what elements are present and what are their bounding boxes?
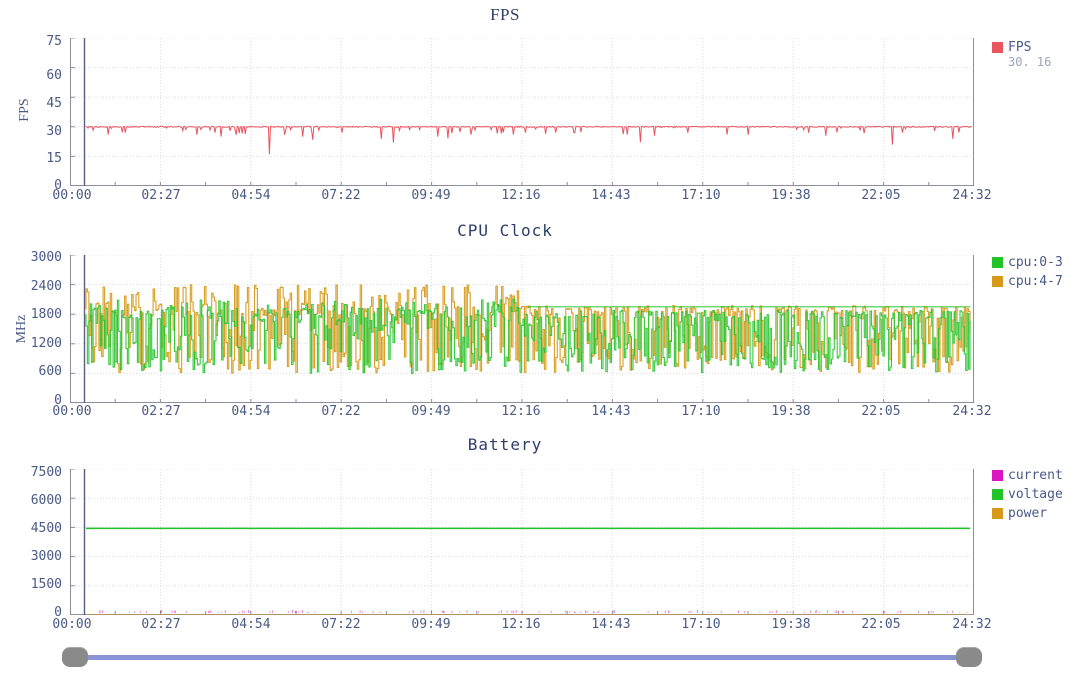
battery-x-tick-0: 00:00: [52, 617, 92, 632]
battery-x-tick-4: 09:49: [411, 617, 451, 632]
fps-x-tick-4: 09:49: [411, 188, 451, 203]
fps-x-tick-9: 22:05: [861, 188, 901, 203]
fps-legend-value: 30. 16: [1008, 55, 1052, 69]
cpu-x-tick-5: 12:16: [501, 404, 541, 419]
cpu-x-tick-4: 09:49: [411, 404, 451, 419]
fps-x-tick-1: 02:27: [141, 188, 181, 203]
cpu-x-tick-0: 00:00: [52, 404, 92, 419]
fps-plot-area: [70, 38, 974, 186]
fps-x-tick-8: 19:38: [771, 188, 811, 203]
battery-x-tick-7: 17:10: [681, 617, 721, 632]
battery-chart-panel: Battery 0 1500 3000 4500 6000 7500 00:00…: [0, 431, 1080, 636]
fps-x-tick-10: 24:32: [952, 188, 992, 203]
cpu-y-tick-1800: 1800: [30, 307, 62, 322]
battery-legend-item-power[interactable]: power: [992, 504, 1063, 522]
time-range-slider[interactable]: [0, 636, 1080, 678]
cpu-0-3-legend-label: cpu:0-3: [1008, 254, 1063, 270]
battery-legend-item-voltage[interactable]: voltage: [992, 485, 1063, 503]
fps-chart-title: FPS: [490, 5, 520, 24]
battery-legend-item-current[interactable]: current: [992, 466, 1063, 484]
cpu-legend: cpu:0-3 cpu:4-7: [992, 253, 1063, 291]
fps-x-tick-3: 07:22: [321, 188, 361, 203]
battery-x-tick-9: 22:05: [861, 617, 901, 632]
fps-y-tick-75: 75: [46, 34, 62, 49]
fps-x-tick-0: 00:00: [52, 188, 92, 203]
cpu-y-tick-1200: 1200: [30, 336, 62, 351]
battery-x-tick-3: 07:22: [321, 617, 361, 632]
power-legend-label: power: [1008, 505, 1048, 521]
cpu-legend-item-0-3[interactable]: cpu:0-3: [992, 253, 1063, 271]
battery-x-tick-2: 04:54: [231, 617, 271, 632]
cpu-x-tick-9: 22:05: [861, 404, 901, 419]
current-legend-swatch: [992, 469, 1003, 481]
fps-x-tick-7: 17:10: [681, 188, 721, 203]
cpu-y-tick-2400: 2400: [30, 279, 62, 294]
fps-y-tick-30: 30: [46, 124, 62, 139]
cpu-0-3-legend-swatch: [992, 256, 1003, 268]
fps-legend-swatch: [992, 41, 1003, 53]
cpu-x-tick-3: 07:22: [321, 404, 361, 419]
cpu-4-7-legend-label: cpu:4-7: [1008, 273, 1063, 289]
cpu-x-tick-6: 14:43: [591, 404, 631, 419]
battery-x-tick-5: 12:16: [501, 617, 541, 632]
battery-x-tick-8: 19:38: [771, 617, 811, 632]
cpu-legend-item-4-7[interactable]: cpu:4-7: [992, 272, 1063, 290]
voltage-legend-swatch: [992, 488, 1003, 500]
current-legend-label: current: [1008, 467, 1063, 483]
fps-y-tick-15: 15: [46, 151, 62, 166]
range-start-handle[interactable]: [62, 647, 88, 667]
cpu-x-tick-7: 17:10: [681, 404, 721, 419]
battery-y-tick-4500: 4500: [30, 521, 62, 536]
battery-y-tick-6000: 6000: [30, 493, 62, 508]
fps-x-tick-6: 14:43: [591, 188, 631, 203]
fps-x-tick-2: 04:54: [231, 188, 271, 203]
battery-x-tick-1: 02:27: [141, 617, 181, 632]
fps-chart-panel: FPS FPS 0 15 30 45 60 75 00:00 02:27 04:…: [0, 0, 1080, 215]
fps-legend: FPS 30. 16: [992, 38, 1051, 69]
cpu-y-tick-3000: 3000: [30, 250, 62, 265]
cpu-plot-area: [70, 255, 974, 403]
battery-x-tick-10: 24:32: [952, 617, 992, 632]
battery-x-tick-6: 14:43: [591, 617, 631, 632]
cpu-y-tick-600: 600: [38, 364, 62, 379]
power-legend-swatch: [992, 507, 1003, 519]
cpu-4-7-legend-swatch: [992, 275, 1003, 287]
cpu-chart-title: CPU Clock: [457, 221, 553, 240]
fps-y-tick-45: 45: [46, 96, 62, 111]
battery-y-tick-3000: 3000: [30, 549, 62, 564]
battery-plot-area: [70, 469, 974, 615]
battery-legend: current voltage power: [992, 466, 1063, 523]
battery-y-tick-7500: 7500: [30, 465, 62, 480]
cpu-x-tick-10: 24:32: [952, 404, 992, 419]
fps-x-tick-5: 12:16: [501, 188, 541, 203]
battery-y-tick-1500: 1500: [30, 577, 62, 592]
voltage-legend-label: voltage: [1008, 486, 1063, 502]
fps-y-tick-60: 60: [46, 68, 62, 83]
fps-legend-item-fps[interactable]: FPS: [992, 38, 1051, 56]
cpu-x-tick-8: 19:38: [771, 404, 811, 419]
slider-track[interactable]: [72, 655, 968, 660]
battery-chart-title: Battery: [467, 435, 543, 454]
cpu-x-tick-2: 04:54: [231, 404, 271, 419]
cpu-clock-chart-panel: CPU Clock MHz 0 600 1200 1800 2400 3000 …: [0, 215, 1080, 431]
range-end-handle[interactable]: [956, 647, 982, 667]
cpu-x-tick-1: 02:27: [141, 404, 181, 419]
fps-legend-label: FPS: [1008, 39, 1032, 55]
